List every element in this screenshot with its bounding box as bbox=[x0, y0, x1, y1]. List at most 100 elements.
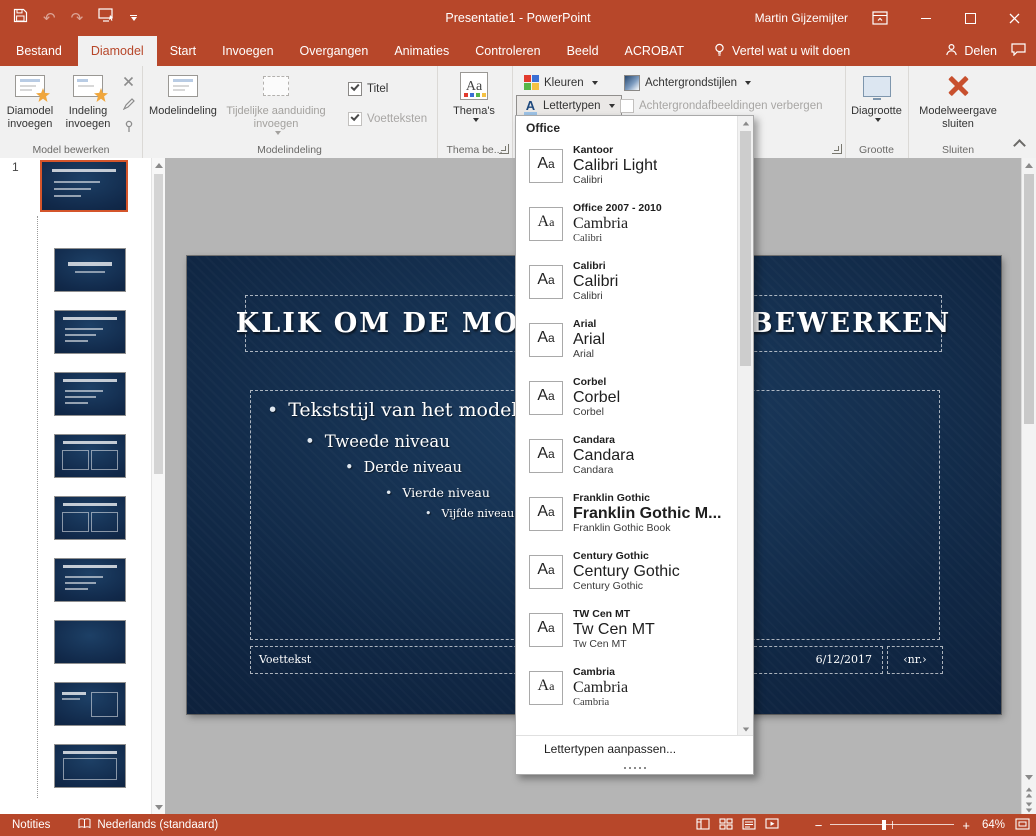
font-theme-item[interactable]: AaCorbelCorbelCorbel bbox=[516, 369, 738, 427]
slide-layout-thumbnail[interactable] bbox=[54, 558, 126, 602]
themes-button[interactable]: Aa Thema's bbox=[444, 69, 504, 122]
tab-slide-master[interactable]: Diamodel bbox=[78, 36, 157, 66]
language-button[interactable]: Nederlands (standaard) bbox=[78, 818, 218, 832]
collapse-ribbon-icon[interactable] bbox=[1013, 139, 1026, 152]
slide-layout-thumbnail[interactable] bbox=[54, 434, 126, 478]
scrollbar-thumb[interactable] bbox=[154, 174, 163, 474]
minimize-button[interactable] bbox=[904, 0, 948, 36]
theme-fonts-button[interactable]: A Lettertypen bbox=[516, 95, 622, 116]
slide-size-label: Diagrootte bbox=[851, 105, 902, 118]
preserve-pin-icon[interactable] bbox=[120, 117, 137, 134]
font-theme-item[interactable]: AaTW Cen MTTw Cen MTTw Cen MT bbox=[516, 601, 738, 659]
tab-start[interactable]: Start bbox=[157, 36, 209, 66]
scroll-down-icon[interactable] bbox=[152, 800, 165, 814]
scrollbar-thumb[interactable] bbox=[1024, 174, 1034, 424]
close-button[interactable] bbox=[992, 0, 1036, 36]
insert-layout-button[interactable]: Indeling invoegen bbox=[60, 69, 116, 131]
tab-acrobat[interactable]: ACROBAT bbox=[612, 36, 698, 66]
tab-overgangen[interactable]: Overgangen bbox=[287, 36, 382, 66]
normal-view-icon[interactable] bbox=[696, 818, 710, 833]
checkbox-icon bbox=[620, 99, 634, 113]
tell-me-box[interactable]: Vertel wat u wilt doen bbox=[713, 36, 850, 66]
close-master-view-button[interactable]: Modelweergave sluiten bbox=[918, 69, 998, 131]
slide-layout-thumbnail[interactable] bbox=[54, 248, 126, 292]
font-major-name: Cambria bbox=[573, 215, 662, 233]
tab-file[interactable]: Bestand bbox=[0, 36, 78, 66]
slide-layout-thumbnail[interactable] bbox=[54, 372, 126, 416]
slide-layout-thumbnail[interactable] bbox=[54, 682, 126, 726]
hide-background-graphics-checkbox[interactable]: Achtergrondafbeeldingen verbergen bbox=[620, 99, 823, 113]
slide-master-thumbnail[interactable] bbox=[40, 160, 128, 212]
scrollbar-thumb[interactable] bbox=[740, 131, 751, 366]
maximize-button[interactable] bbox=[948, 0, 992, 36]
slide-layout-thumbnail[interactable] bbox=[54, 744, 126, 788]
dropdown-scrollbar[interactable] bbox=[737, 116, 753, 736]
redo-icon[interactable]: ↷ bbox=[71, 11, 84, 26]
zoom-in-button[interactable]: + bbox=[962, 819, 970, 832]
account-name[interactable]: Martin Gijzemijter bbox=[755, 11, 848, 25]
slide-layout-thumbnail[interactable] bbox=[54, 496, 126, 540]
scroll-up-icon[interactable] bbox=[152, 158, 165, 172]
group-edit-master: Diamodel invoegen Indeling invoegen Mode… bbox=[0, 66, 143, 158]
slide-size-button[interactable]: Diagrootte bbox=[847, 69, 906, 122]
slide-sorter-view-icon[interactable] bbox=[719, 818, 733, 833]
scroll-up-icon[interactable] bbox=[738, 116, 753, 130]
theme-colors-button[interactable]: Kleuren bbox=[518, 72, 604, 93]
footers-checkbox[interactable]: Voetteksten bbox=[348, 112, 427, 126]
scroll-up-icon[interactable] bbox=[1022, 158, 1036, 172]
font-theme-item[interactable]: AaCentury GothicCentury GothicCentury Go… bbox=[516, 543, 738, 601]
main-vertical-scrollbar[interactable] bbox=[1021, 158, 1036, 814]
font-major-name: Tw Cen MT bbox=[573, 621, 655, 639]
zoom-out-button[interactable]: − bbox=[815, 819, 823, 832]
share-button[interactable]: Delen bbox=[945, 43, 997, 59]
tab-invoegen[interactable]: Invoegen bbox=[209, 36, 286, 66]
dialog-launcher-icon[interactable] bbox=[832, 144, 842, 154]
font-theme-item[interactable]: AaCandaraCandaraCandara bbox=[516, 427, 738, 485]
slide-number-text: ‹nr.› bbox=[903, 653, 926, 666]
slide-layout-thumbnail[interactable] bbox=[54, 620, 126, 664]
font-theme-item[interactable]: AaOffice 2007 - 2010CambriaCalibri bbox=[516, 195, 738, 253]
delete-icon[interactable] bbox=[120, 73, 137, 90]
dialog-launcher-icon[interactable] bbox=[499, 144, 509, 154]
font-theme-item[interactable]: AaFranklin GothicFranklin Gothic M...Fra… bbox=[516, 485, 738, 543]
slide-number-placeholder[interactable]: ‹nr.› bbox=[887, 646, 943, 674]
background-styles-button[interactable]: Achtergrondstijlen bbox=[618, 72, 757, 93]
comments-icon[interactable] bbox=[1011, 43, 1026, 59]
font-theme-item[interactable]: AaArialArialArial bbox=[516, 311, 738, 369]
scroll-down-icon[interactable] bbox=[738, 722, 753, 736]
reading-view-icon[interactable] bbox=[742, 818, 756, 833]
slide-layout-thumbnail[interactable] bbox=[54, 310, 126, 354]
notes-button[interactable]: Notities bbox=[12, 819, 50, 831]
date-placeholder[interactable]: 6/12/2017 bbox=[744, 646, 883, 674]
customize-fonts-item[interactable]: Lettertypen aanpassen... bbox=[516, 735, 753, 761]
thumbnail-scrollbar[interactable] bbox=[151, 158, 165, 814]
zoom-slider-thumb[interactable] bbox=[882, 820, 886, 830]
footers-checkbox-label: Voetteksten bbox=[367, 113, 427, 125]
undo-icon[interactable]: ↶ bbox=[43, 11, 56, 26]
font-theme-item[interactable]: AaCambriaCambriaCambria bbox=[516, 659, 738, 717]
insert-slide-master-button[interactable]: Diamodel invoegen bbox=[2, 69, 58, 131]
previous-slide-button[interactable] bbox=[1022, 785, 1036, 799]
tab-animaties[interactable]: Animaties bbox=[381, 36, 462, 66]
slideshow-view-icon[interactable] bbox=[765, 818, 779, 833]
customize-qat-icon[interactable] bbox=[130, 15, 137, 21]
save-icon[interactable] bbox=[13, 8, 28, 28]
font-theme-name: Arial bbox=[573, 319, 605, 331]
title-checkbox[interactable]: Titel bbox=[348, 82, 388, 96]
touch-mode-icon[interactable] bbox=[98, 8, 115, 28]
master-layout-button[interactable]: Modelindeling bbox=[148, 69, 218, 118]
tab-controleren[interactable]: Controleren bbox=[462, 36, 553, 66]
tab-beeld[interactable]: Beeld bbox=[554, 36, 612, 66]
dropdown-resize-grip[interactable] bbox=[516, 761, 753, 774]
rename-icon[interactable] bbox=[120, 95, 137, 112]
font-theme-name: Corbel bbox=[573, 377, 620, 389]
font-theme-item[interactable]: AaKantoorCalibri LightCalibri bbox=[516, 137, 738, 195]
zoom-level-button[interactable]: 64% bbox=[982, 819, 1005, 831]
ribbon-display-options-icon[interactable] bbox=[872, 11, 888, 25]
next-slide-button[interactable] bbox=[1022, 800, 1036, 814]
font-theme-item[interactable]: AaCalibriCalibriCalibri bbox=[516, 253, 738, 311]
insert-placeholder-button[interactable]: Tijdelijke aanduiding invoegen bbox=[220, 69, 332, 135]
zoom-slider[interactable] bbox=[830, 819, 954, 831]
fit-slide-to-window-icon[interactable] bbox=[1015, 818, 1030, 833]
scroll-down-icon[interactable] bbox=[1022, 770, 1036, 784]
